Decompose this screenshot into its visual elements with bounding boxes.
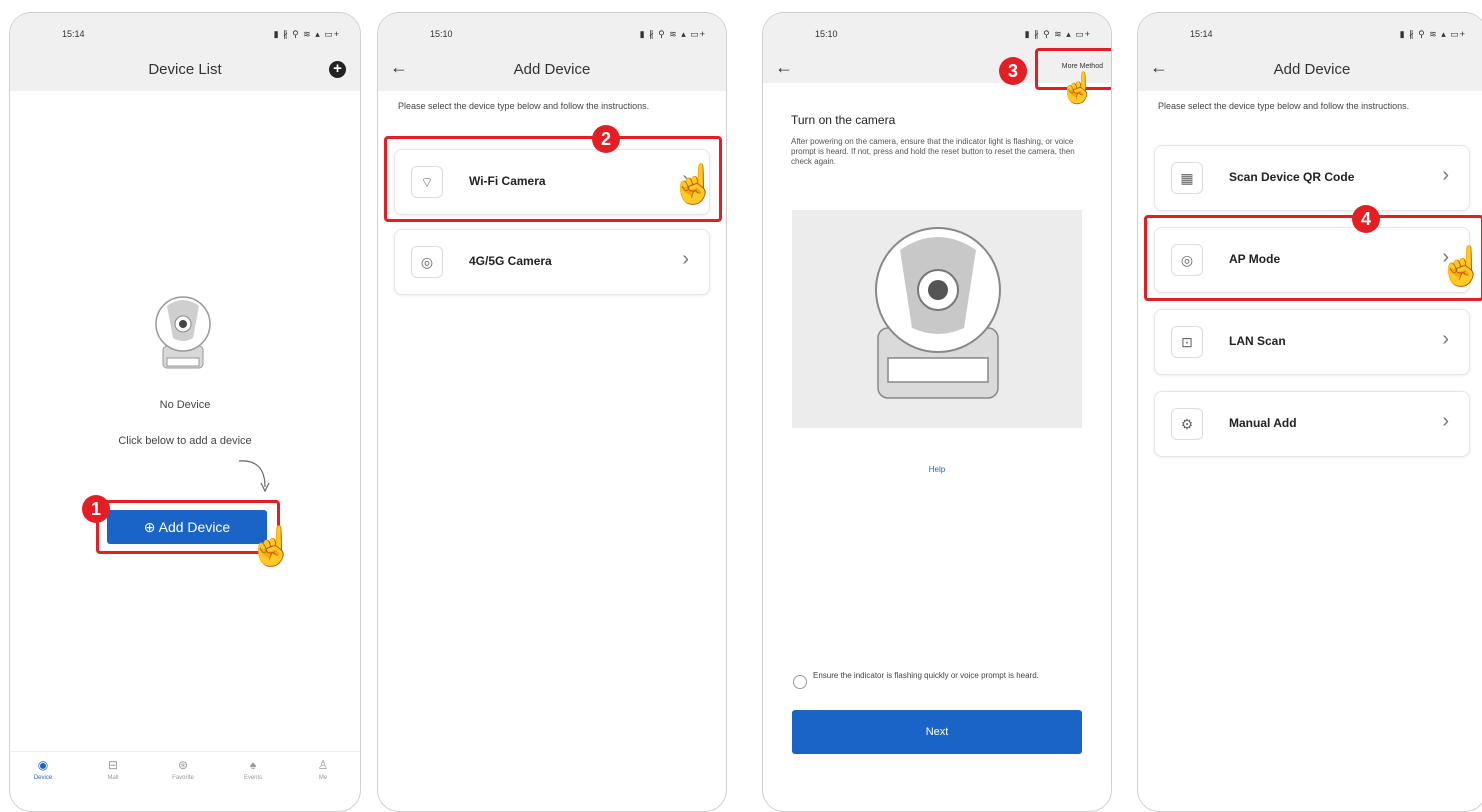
phone-device-list: 15:14 ▮ ∦ ⚲ ≋ ▴ ▭+ Device List + No Devi… [9,12,361,812]
phone-add-device-methods: 15:14 ▮ ∦ ⚲ ≋ ▴ ▭+ ← Add Device Please s… [1137,12,1482,812]
step-badge: 1 [82,495,110,523]
instructions-text: Please select the device type below and … [1158,101,1410,111]
chevron-right-icon: › [1442,164,1449,186]
step-badge: 3 [999,57,1027,85]
section-heading: Turn on the camera [791,113,896,127]
status-icons: ▮ ∦ ⚲ ≋ ▴ ▭+ [639,29,706,39]
phone-add-device: 15:10 ▮ ∦ ⚲ ≋ ▴ ▭+ ← Add Device Please s… [377,12,727,812]
step-badge: 2 [592,125,620,153]
manual-add-option[interactable]: ⚙ Manual Add › [1154,391,1470,457]
tab-device[interactable]: ◉ Device [18,758,68,781]
no-device-text: No Device [159,399,211,411]
chevron-right-icon: › [682,248,689,270]
chevron-right-icon: › [1442,328,1449,350]
status-time: 15:10 [815,29,838,39]
page-title: Device List [148,61,222,78]
tab-me[interactable]: ♙ Me [298,758,348,781]
tab-label: Me [318,775,328,781]
option-label: Manual Add [1229,416,1297,430]
pointer-hand-icon: ☝ [248,526,296,568]
status-bar: 15:14 ▮ ∦ ⚲ ≋ ▴ ▭+ [10,27,360,43]
pointer-hand-icon: ☝ [1438,246,1482,288]
tab-mall[interactable]: ⊟ Mall [88,758,138,781]
instructions-text: After powering on the camera, ensure tha… [791,137,1075,166]
page-title: Add Device [513,61,591,78]
tab-label: Device [33,775,53,781]
status-icons: ▮ ∦ ⚲ ≋ ▴ ▭+ [1399,29,1466,39]
add-icon[interactable]: + [329,61,346,78]
highlight-box [1144,215,1482,301]
camera-image [792,210,1082,428]
bottom-tab-bar: ◉ Device ⊟ Mall ⊛ Favorite ♠ Events ♙ Me [10,751,360,800]
camera-large-illustration [875,227,1001,399]
tab-favorite[interactable]: ⊛ Favorite [158,758,208,781]
qr-code-icon: ▦ [1171,162,1203,194]
status-bar: 15:14 ▮ ∦ ⚲ ≋ ▴ ▭+ [1138,27,1482,43]
favorite-icon: ⊛ [177,758,189,772]
header: 15:10 ▮ ∦ ⚲ ≋ ▴ ▭+ ← Add Device [378,13,726,91]
page-title: Add Device [1273,61,1351,78]
lan-icon: ⊡ [1171,326,1203,358]
chevron-right-icon: › [1442,410,1449,432]
hint-text: Click below to add a device [118,435,252,447]
option-label: LAN Scan [1229,334,1286,348]
option-label: Scan Device QR Code [1229,170,1355,184]
4g-5g-camera-option[interactable]: ◎ 4G/5G Camera › [394,229,710,295]
user-icon: ♙ [317,758,329,772]
cellular-icon: ◎ [411,246,443,278]
hint-arrow-icon [238,460,270,493]
tab-events[interactable]: ♠ Events [228,758,278,781]
header: 15:14 ▮ ∦ ⚲ ≋ ▴ ▭+ ← Add Device [1138,13,1482,91]
bell-icon: ♠ [249,758,257,772]
status-time: 15:10 [430,29,453,39]
status-bar: 15:10 ▮ ∦ ⚲ ≋ ▴ ▭+ [763,27,1111,43]
tab-label: Events [243,775,263,781]
tab-label: Mall [107,775,119,781]
pointer-hand-icon: ☝ [1059,72,1097,105]
confirm-radio[interactable] [793,675,807,689]
status-icons: ▮ ∦ ⚲ ≋ ▴ ▭+ [273,29,340,39]
header: 15:14 ▮ ∦ ⚲ ≋ ▴ ▭+ Device List + [10,13,360,91]
step-badge: 4 [1352,205,1380,233]
instructions-text: Please select the device type below and … [398,101,650,111]
pointer-hand-icon: ☝ [670,164,718,206]
status-time: 15:14 [62,29,85,39]
device-icon: ◉ [37,758,49,772]
camera-illustration [155,296,211,369]
status-icons: ▮ ∦ ⚲ ≋ ▴ ▭+ [1024,29,1091,39]
confirm-label: Ensure the indicator is flashing quickly… [813,671,1039,680]
lan-scan-option[interactable]: ⊡ LAN Scan › [1154,309,1470,375]
help-link[interactable]: Help [763,465,1111,474]
next-button[interactable]: Next [792,710,1082,754]
gear-icon: ⚙ [1171,408,1203,440]
cart-icon: ⊟ [107,758,119,772]
option-label: 4G/5G Camera [469,254,552,268]
status-bar: 15:10 ▮ ∦ ⚲ ≋ ▴ ▭+ [378,27,726,43]
back-arrow-icon[interactable]: ← [775,57,793,78]
phone-turn-on-camera: 15:10 ▮ ∦ ⚲ ≋ ▴ ▭+ ← More Method 3 ☝ Tur… [762,12,1112,812]
tab-label: Favorite [172,775,194,781]
status-time: 15:14 [1190,29,1213,39]
scan-qr-option[interactable]: ▦ Scan Device QR Code › [1154,145,1470,211]
